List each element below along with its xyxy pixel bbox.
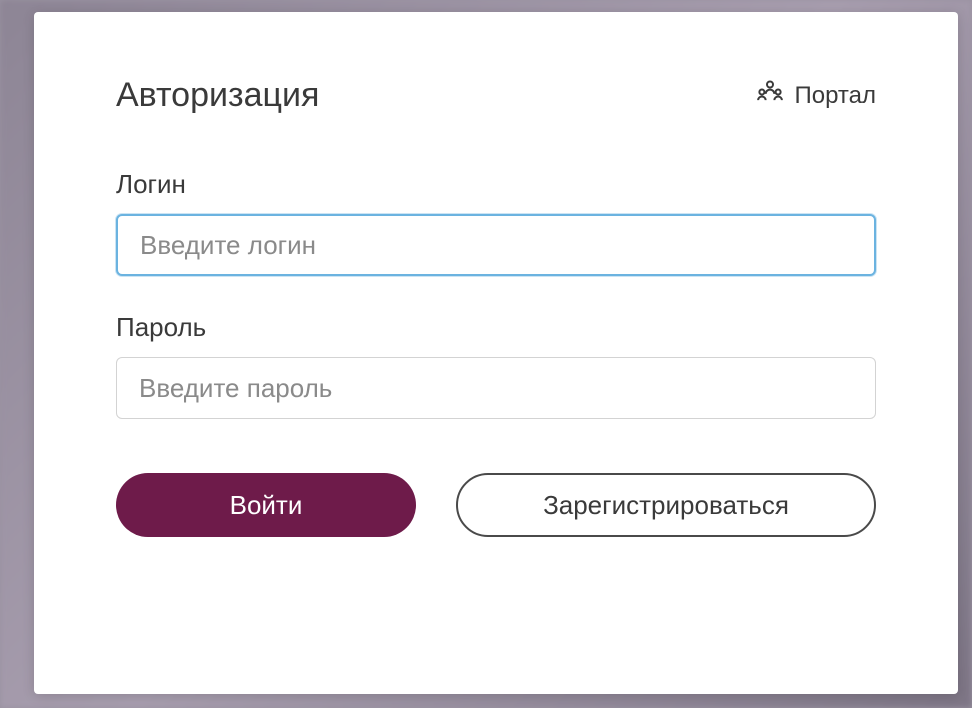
portal-link[interactable]: Портал <box>755 77 877 114</box>
login-card: Авторизация Портал Логин Пароль Войти З <box>34 12 958 694</box>
password-input[interactable] <box>116 357 876 419</box>
portal-link-label: Портал <box>795 82 877 110</box>
login-label: Логин <box>116 169 876 200</box>
register-button[interactable]: Зарегистрироваться <box>456 473 876 537</box>
page-title: Авторизация <box>116 76 319 115</box>
button-row: Войти Зарегистрироваться <box>116 473 876 537</box>
login-field-group: Логин <box>116 169 876 276</box>
submit-button[interactable]: Войти <box>116 473 416 537</box>
people-icon <box>755 77 785 114</box>
header-row: Авторизация Портал <box>116 76 876 115</box>
login-input[interactable] <box>116 214 876 276</box>
password-label: Пароль <box>116 312 876 343</box>
password-field-group: Пароль <box>116 312 876 419</box>
